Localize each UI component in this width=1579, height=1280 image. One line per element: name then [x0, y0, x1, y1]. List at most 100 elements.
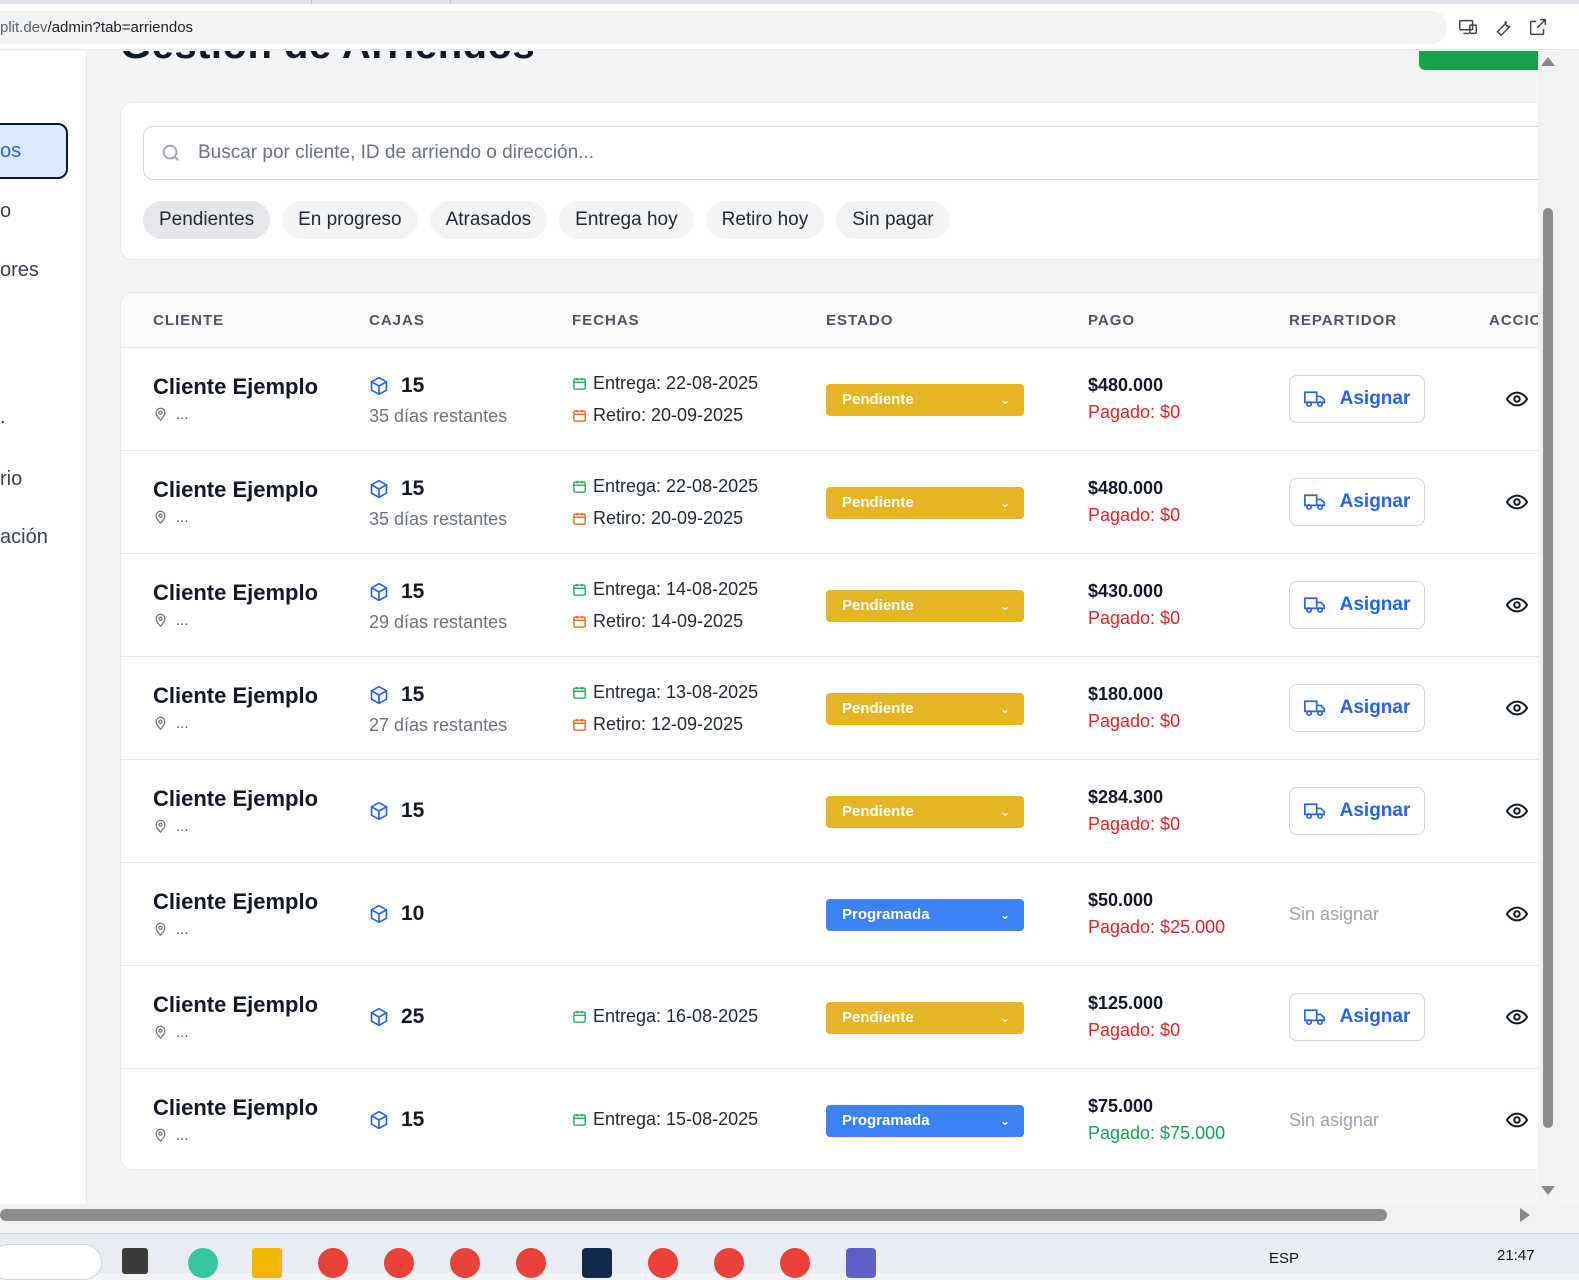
column-header-repartidor[interactable]: REPARTIDOR — [1289, 312, 1397, 329]
client-name[interactable]: Cliente Ejemplo — [153, 374, 318, 400]
assign-driver-button[interactable]: Asignar — [1289, 993, 1425, 1041]
assign-driver-button[interactable]: Asignar — [1289, 478, 1425, 526]
filter-chip-retiro-hoy[interactable]: Retiro hoy — [705, 201, 825, 239]
scroll-thumb[interactable] — [0, 1209, 1387, 1221]
calendar-icon — [572, 511, 587, 526]
cast-icon[interactable] — [1457, 16, 1479, 38]
status-select[interactable]: Pendiente ⌄ — [826, 693, 1024, 725]
status-select[interactable]: Pendiente ⌄ — [826, 384, 1024, 416]
sidebar-item[interactable]: o — [0, 200, 11, 223]
assign-label: Asignar — [1339, 1006, 1411, 1027]
chevron-down-icon: ⌄ — [999, 908, 1010, 922]
view-eye-icon[interactable] — [1506, 698, 1528, 718]
client-name[interactable]: Cliente Ejemplo — [153, 477, 318, 503]
new-rental-button[interactable] — [1419, 51, 1538, 70]
sidebar-item[interactable]: ación — [0, 526, 48, 549]
url-domain: plit.dev — [0, 19, 48, 36]
status-value: Pendiente — [842, 700, 914, 717]
chrome-icon[interactable] — [384, 1248, 414, 1278]
paid-amount: Pagado: $75.000 — [1088, 1123, 1226, 1143]
folder-icon[interactable] — [252, 1248, 282, 1278]
table-row[interactable]: Cliente Ejemplo... 15 29 días restantes Ent… — [121, 554, 1538, 657]
status-select[interactable]: Pendiente ⌄ — [826, 796, 1024, 828]
chrome-icon[interactable] — [648, 1248, 678, 1278]
filter-chip-atrasados[interactable]: Atrasados — [429, 201, 548, 239]
table-row[interactable]: Cliente Ejemplo... 15 35 días restantes Ent… — [121, 451, 1538, 554]
client-name[interactable]: Cliente Ejemplo — [153, 580, 318, 606]
chrome-icon[interactable] — [318, 1248, 348, 1278]
filter-chip-en-progreso[interactable]: En progreso — [282, 201, 418, 239]
chrome-icon[interactable] — [780, 1248, 810, 1278]
clock[interactable]: 21:47 — [1497, 1247, 1535, 1264]
status-select[interactable]: Programada ⌄ — [826, 899, 1024, 931]
filter-chip-pendientes[interactable]: Pendientes — [143, 201, 271, 239]
search-input[interactable] — [198, 127, 1498, 179]
view-eye-icon[interactable] — [1506, 389, 1528, 409]
map-pin-icon — [153, 613, 168, 628]
tab-separator — [311, 0, 312, 4]
column-header-cliente[interactable]: CLIENTE — [153, 312, 224, 329]
view-eye-icon[interactable] — [1506, 904, 1528, 924]
table-row[interactable]: Cliente Ejemplo... 15 27 días restantes Ent… — [121, 657, 1538, 760]
client-name[interactable]: Cliente Ejemplo — [153, 786, 318, 812]
status-select[interactable]: Pendiente ⌄ — [826, 590, 1024, 622]
map-pin-icon — [153, 1025, 168, 1040]
table-row[interactable]: Cliente Ejemplo... 15 Pendiente ⌄ $284.300 Pa… — [121, 760, 1538, 863]
view-eye-icon[interactable] — [1506, 1007, 1528, 1027]
chrome-icon[interactable] — [450, 1248, 480, 1278]
client-name[interactable]: Cliente Ejemplo — [153, 992, 318, 1018]
filter-chip-entrega-hoy[interactable]: Entrega hoy — [559, 201, 694, 239]
chrome-icon[interactable] — [516, 1248, 546, 1278]
status-select[interactable]: Pendiente ⌄ — [826, 1002, 1024, 1034]
view-eye-icon[interactable] — [1506, 1110, 1528, 1130]
table-row[interactable]: Cliente Ejemplo... 15 35 días restantes Ent… — [121, 348, 1538, 451]
sidebar-item[interactable]: . — [0, 406, 6, 429]
app-icon[interactable] — [582, 1248, 612, 1278]
client-name[interactable]: Cliente Ejemplo — [153, 1095, 318, 1121]
horizontal-scrollbar[interactable] — [0, 1204, 1579, 1225]
delivery-date: Entrega: 15-08-2025 — [572, 1109, 758, 1130]
sidebar-item[interactable]: rio — [0, 468, 22, 491]
address-bar[interactable]: plit.dev/admin?tab=arriendos — [0, 11, 1447, 44]
sidebar-item[interactable]: ores — [0, 259, 39, 282]
table-row[interactable]: Cliente Ejemplo... 15 Entrega: 15-08-2025 P… — [121, 1069, 1538, 1169]
client-name[interactable]: Cliente Ejemplo — [153, 683, 318, 709]
vertical-scrollbar[interactable] — [1538, 51, 1559, 1204]
view-eye-icon[interactable] — [1506, 595, 1528, 615]
column-header-pago[interactable]: PAGO — [1088, 312, 1135, 329]
map-pin-icon — [153, 510, 168, 525]
days-remaining: 35 días restantes — [369, 406, 508, 426]
status-select[interactable]: Programada ⌄ — [826, 1105, 1024, 1137]
sidebar-item-arriendos[interactable]: os — [0, 123, 68, 179]
table-row[interactable]: Cliente Ejemplo... 10 Programada ⌄ $50.000 Pa… — [121, 863, 1538, 966]
assign-driver-button[interactable]: Asignar — [1289, 581, 1425, 629]
status-select[interactable]: Pendiente ⌄ — [826, 487, 1024, 519]
view-eye-icon[interactable] — [1506, 801, 1528, 821]
assign-driver-button[interactable]: Asignar — [1289, 684, 1425, 732]
input-language[interactable]: ESP — [1269, 1250, 1299, 1267]
app-icon[interactable] — [122, 1248, 148, 1274]
taskbar-search[interactable] — [0, 1244, 102, 1280]
column-header-cajas[interactable]: CAJAS — [369, 312, 425, 329]
scroll-right-arrow[interactable] — [1520, 1208, 1530, 1222]
scroll-thumb[interactable] — [1543, 208, 1553, 1128]
filter-chip-sin-pagar[interactable]: Sin pagar — [836, 201, 950, 239]
scroll-down-arrow[interactable] — [1541, 1186, 1555, 1195]
wrench-icon[interactable] — [1492, 16, 1514, 38]
column-header-fechas[interactable]: FECHAS — [572, 312, 640, 329]
pickup-date: Retiro: 20-09-2025 — [572, 405, 743, 426]
table-header: CLIENTE CAJAS FECHAS ESTADO PAGO REPARTI… — [121, 293, 1538, 348]
table-row[interactable]: Cliente Ejemplo... 25 Entrega: 16-08-2025 P… — [121, 966, 1538, 1069]
open-external-icon[interactable] — [1527, 16, 1549, 38]
delivery-date-text: Entrega: 22-08-2025 — [593, 373, 759, 393]
client-name[interactable]: Cliente Ejemplo — [153, 889, 318, 915]
teams-icon[interactable] — [846, 1248, 876, 1278]
chrome-icon[interactable] — [714, 1248, 744, 1278]
slack-icon[interactable] — [188, 1248, 218, 1278]
assign-driver-button[interactable]: Asignar — [1289, 787, 1425, 835]
scroll-up-arrow[interactable] — [1541, 57, 1555, 66]
assign-driver-button[interactable]: Asignar — [1289, 375, 1425, 423]
view-eye-icon[interactable] — [1506, 492, 1528, 512]
column-header-estado[interactable]: ESTADO — [826, 312, 893, 329]
delivery-date-text: Entrega: 16-08-2025 — [593, 1006, 759, 1026]
